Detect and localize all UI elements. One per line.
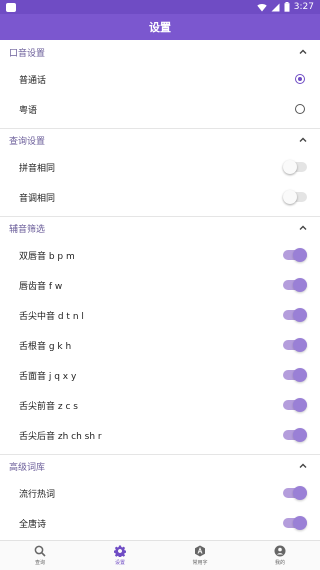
toggle-switch-on[interactable] [283, 486, 307, 500]
nav-item-label: 我的 [274, 560, 285, 566]
settings-row[interactable]: 舌尖中音 d t n l [0, 302, 320, 328]
app-bar: 设置 [0, 14, 320, 40]
toggle-switch-on[interactable] [283, 516, 307, 530]
settings-row[interactable]: 粤语 [0, 96, 320, 122]
gear-icon [114, 545, 126, 557]
section-header[interactable]: 口音设置 [0, 42, 320, 62]
settings-row-label: 舌尖后音 zh ch sh r [19, 431, 102, 442]
toggle-thumb [293, 308, 307, 322]
nav-item-label: 常用字 [192, 560, 208, 566]
battery-icon [284, 2, 290, 12]
toggle-switch-off[interactable] [283, 190, 307, 204]
settings-row[interactable]: 舌面音 j q x y [0, 362, 320, 388]
settings-row-label: 舌面音 j q x y [19, 371, 77, 382]
radio-button[interactable] [295, 104, 305, 114]
settings-row[interactable]: 全唐诗 [0, 510, 320, 536]
toggle-thumb [293, 428, 307, 442]
settings-row[interactable]: 唇齿音 f w [0, 272, 320, 298]
settings-row-label: 拼音相同 [19, 163, 56, 174]
settings-row-label: 粤语 [19, 105, 38, 116]
toggle-switch-on[interactable] [283, 338, 307, 352]
settings-row-label: 舌根音 g k h [19, 341, 72, 352]
chevron-up-icon[interactable] [297, 460, 309, 472]
section-header[interactable]: 查询设置 [0, 130, 320, 150]
toggle-thumb [293, 248, 307, 262]
section-title: 口音设置 [9, 48, 46, 59]
settings-row-label: 音调相同 [19, 193, 56, 204]
settings-list: 口音设置普通话粤语查询设置拼音相同音调相同辅音筛选双唇音 b p m 唇齿音 f … [0, 40, 320, 540]
status-time: 3:27 [293, 2, 314, 12]
toggle-switch-on[interactable] [283, 368, 307, 382]
section-divider [0, 454, 320, 455]
font-icon [195, 545, 205, 557]
section-title: 查询设置 [9, 136, 46, 147]
section-title: 高级词库 [9, 462, 46, 473]
status-bar: 3:27 [0, 0, 320, 14]
nav-item-label: 查询 [34, 560, 45, 566]
chevron-up-icon[interactable] [297, 46, 309, 58]
settings-row[interactable]: 双唇音 b p m [0, 242, 320, 268]
toggle-switch-off[interactable] [283, 160, 307, 174]
wifi-icon [257, 3, 267, 11]
settings-row[interactable]: 普通话 [0, 66, 320, 92]
toggle-thumb [283, 190, 297, 204]
settings-row-label: 唇齿音 f w [19, 281, 63, 292]
page-title: 设置 [149, 21, 171, 34]
search-icon [34, 545, 46, 557]
toggle-thumb [293, 486, 307, 500]
toggle-thumb [293, 278, 307, 292]
settings-row-label: 双唇音 b p m [19, 251, 75, 262]
settings-row[interactable]: 拼音相同 [0, 154, 320, 180]
toggle-switch-on[interactable] [283, 248, 307, 262]
account-icon [274, 545, 286, 557]
nav-item-account[interactable]: 我的 [240, 541, 320, 570]
nav-item-gear[interactable]: 设置 [80, 541, 160, 570]
settings-row[interactable]: 音调相同 [0, 184, 320, 210]
toggle-switch-on[interactable] [283, 398, 307, 412]
settings-row-label: 全唐诗 [19, 519, 47, 530]
chevron-up-icon[interactable] [297, 222, 309, 234]
settings-row-label: 舌尖中音 d t n l [19, 311, 84, 322]
nav-item-label: 设置 [114, 560, 125, 566]
section-header[interactable]: 高级词库 [0, 456, 320, 476]
toggle-thumb [293, 398, 307, 412]
toggle-thumb [293, 368, 307, 382]
section-header[interactable]: 辅音筛选 [0, 218, 320, 238]
toggle-thumb [283, 160, 297, 174]
chevron-up-icon[interactable] [297, 134, 309, 146]
toggle-switch-on[interactable] [283, 278, 307, 292]
toggle-thumb [293, 516, 307, 530]
app-notification-icon [6, 2, 16, 12]
section-divider [0, 128, 320, 129]
section-divider [0, 216, 320, 217]
signal-icon [271, 3, 280, 11]
settings-row[interactable]: 舌根音 g k h [0, 332, 320, 358]
settings-row[interactable]: 舌尖前音 z c s [0, 392, 320, 418]
section-title: 辅音筛选 [9, 224, 46, 235]
toggle-switch-on[interactable] [283, 308, 307, 322]
settings-row-label: 流行热词 [19, 489, 56, 500]
settings-row-label: 舌尖前音 z c s [19, 401, 78, 412]
settings-row[interactable]: 流行热词 [0, 480, 320, 506]
bottom-nav: 查询 设置 常用字 我的 [0, 540, 320, 570]
settings-row-label: 普通话 [19, 75, 47, 86]
settings-row[interactable]: 舌尖后音 zh ch sh r [0, 422, 320, 448]
toggle-thumb [293, 338, 307, 352]
toggle-switch-on[interactable] [283, 428, 307, 442]
nav-item-font[interactable]: 常用字 [160, 541, 240, 570]
radio-button-selected[interactable] [295, 74, 305, 84]
nav-item-search[interactable]: 查询 [0, 541, 80, 570]
